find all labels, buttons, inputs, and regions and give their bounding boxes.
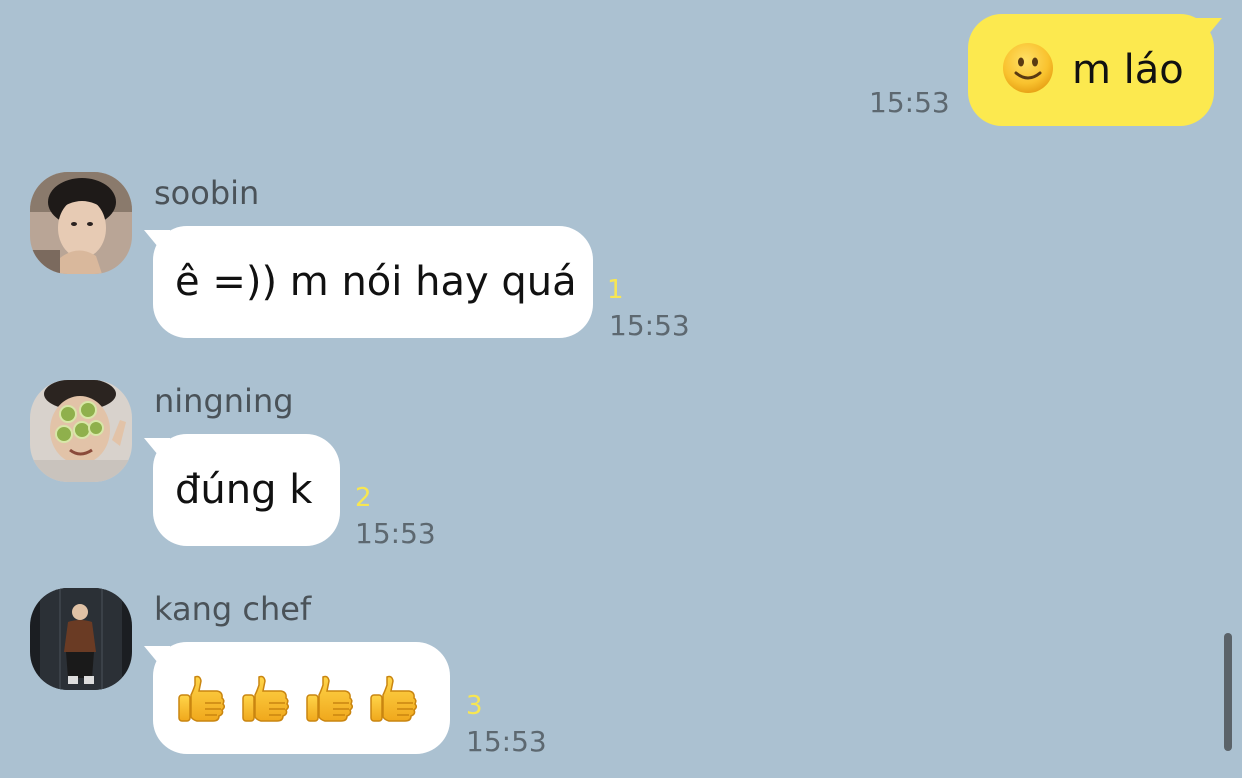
thumbs-up-emoji-row xyxy=(175,671,421,725)
outgoing-time: 15:53 xyxy=(869,86,950,119)
thumbs-up-emoji-icon xyxy=(367,671,421,725)
message-time: 15:53 xyxy=(355,517,436,550)
outgoing-message-bubble[interactable]: m láo xyxy=(968,14,1214,126)
scrollbar-thumb[interactable] xyxy=(1224,633,1232,751)
chat-room: 15:53 m láo soobin ê =)) m nói hay quá 1… xyxy=(0,0,1242,778)
sender-name: kang chef xyxy=(154,590,312,628)
incoming-message-bubble[interactable]: ê =)) m nói hay quá xyxy=(153,226,593,338)
unread-count: 1 xyxy=(607,275,624,305)
incoming-message-bubble[interactable] xyxy=(153,642,450,754)
incoming-message-text: đúng k xyxy=(175,467,313,513)
thumbs-up-emoji-icon xyxy=(303,671,357,725)
incoming-message-text: ê =)) m nói hay quá xyxy=(175,259,577,305)
unread-count: 3 xyxy=(466,691,483,721)
thumbs-up-emoji-icon xyxy=(239,671,293,725)
message-time: 15:53 xyxy=(609,309,690,342)
avatar-soobin[interactable] xyxy=(30,172,132,274)
sender-name: soobin xyxy=(154,174,260,212)
incoming-message-bubble[interactable]: đúng k xyxy=(153,434,340,546)
slightly-smiling-face-emoji-icon xyxy=(1002,42,1054,94)
avatar-kang-chef[interactable] xyxy=(30,588,132,690)
avatar-ningning[interactable] xyxy=(30,380,132,482)
unread-count: 2 xyxy=(355,483,372,513)
thumbs-up-emoji-icon xyxy=(175,671,229,725)
message-time: 15:53 xyxy=(466,725,547,758)
sender-name: ningning xyxy=(154,382,294,420)
outgoing-message-text: m láo xyxy=(1072,47,1184,93)
